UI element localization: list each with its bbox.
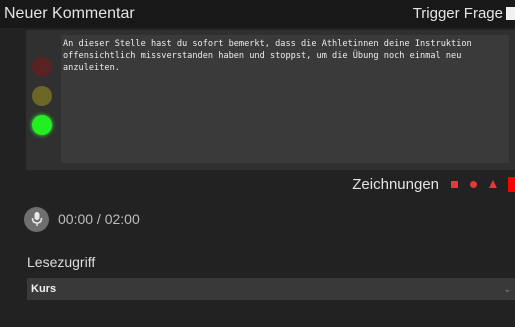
- panel-header: Neuer Kommentar Trigger Frage: [0, 0, 515, 28]
- microphone-glyph: [31, 212, 42, 226]
- microphone-icon[interactable]: [24, 206, 49, 232]
- read-access-select[interactable]: Kurs ⌄: [27, 278, 515, 300]
- arrow-icon[interactable]: [489, 180, 497, 188]
- drawings-toolbar: Zeichnungen: [352, 173, 515, 195]
- red-light-button[interactable]: [32, 57, 52, 77]
- chevron-down-icon: ⌄: [503, 283, 511, 294]
- square-icon[interactable]: [451, 180, 458, 188]
- read-access-label: Lesezugriff: [27, 254, 96, 270]
- yellow-light-button[interactable]: [32, 86, 52, 106]
- recording-time: 00:00 / 02:00: [58, 211, 140, 227]
- rectangle-icon[interactable]: [508, 176, 515, 192]
- panel-title: Neuer Kommentar: [4, 5, 135, 22]
- circle-icon[interactable]: [470, 180, 477, 188]
- trigger-question-checkbox[interactable]: [506, 7, 515, 20]
- rating-traffic-light: [28, 52, 56, 152]
- green-light-button[interactable]: [32, 115, 52, 135]
- audio-recorder: 00:00 / 02:00: [24, 206, 140, 232]
- trigger-question-label: Trigger Frage: [412, 5, 503, 22]
- read-access-value: Kurs: [31, 283, 57, 295]
- comment-panel: Neuer Kommentar Trigger Frage An dieser …: [0, 0, 515, 327]
- drawings-label: Zeichnungen: [352, 175, 439, 193]
- trigger-question-toggle[interactable]: Trigger Frage: [413, 5, 515, 22]
- comment-textarea[interactable]: An dieser Stelle hast du sofort bemerkt,…: [61, 35, 509, 163]
